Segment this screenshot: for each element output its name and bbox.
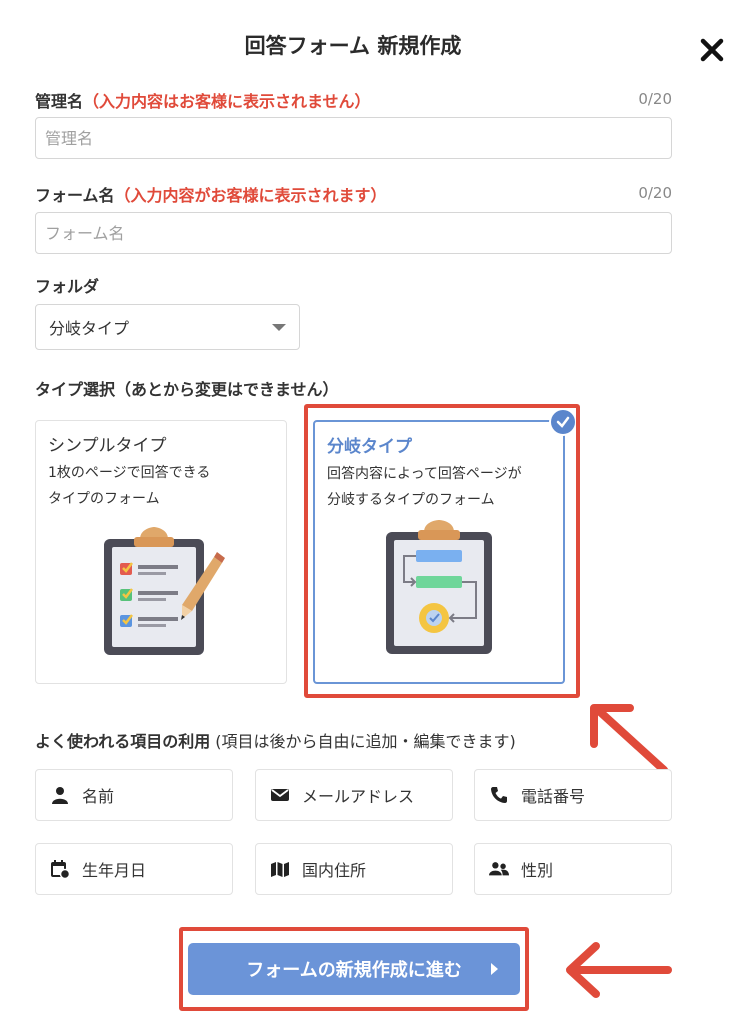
admin-name-counter: 0/20: [638, 90, 672, 108]
folder-selected-value: 分岐タイプ: [49, 319, 130, 338]
chip-address[interactable]: 国内住所: [255, 843, 453, 895]
form-name-note: （入力内容がお客様に表示されます）: [114, 186, 387, 205]
chip-name[interactable]: 名前: [35, 769, 233, 821]
chip-birthday[interactable]: 生年月日: [35, 843, 233, 895]
admin-name-note: （入力内容はお客様に表示されません）: [83, 92, 371, 111]
chevron-right-icon: [491, 963, 498, 975]
create-form-button-label: フォームの新規作成に進む: [246, 960, 462, 981]
envelope-icon: [270, 785, 290, 805]
person-icon: [50, 785, 70, 805]
map-icon: [270, 859, 290, 879]
close-icon: [700, 38, 724, 62]
chip-gender[interactable]: 性別: [474, 843, 672, 895]
chip-label: 名前: [82, 787, 115, 806]
close-button[interactable]: [694, 32, 730, 68]
folder-label: フォルダ: [35, 277, 100, 296]
create-form-button[interactable]: フォームの新規作成に進む: [188, 943, 520, 995]
annotation-arrow-icon: [566, 942, 672, 998]
page-title: 回答フォーム 新規作成: [244, 34, 462, 58]
common-items-label-note: (項目は後から自由に追加・編集できます): [210, 732, 516, 751]
type-card-desc-line: 1枚のページで回答できる: [48, 465, 211, 481]
chip-email[interactable]: メールアドレス: [255, 769, 453, 821]
annotation-arrow-icon: [590, 704, 668, 774]
admin-name-input[interactable]: [35, 117, 672, 159]
form-name-label-text: フォーム名: [35, 186, 115, 205]
common-items-label-bold: よく使われる項目の利用: [35, 732, 211, 751]
type-card-desc-line: タイプのフォーム: [48, 491, 160, 507]
caret-down-icon: [272, 323, 286, 331]
type-card-title: シンプルタイプ: [48, 436, 167, 456]
phone-icon: [489, 785, 509, 805]
admin-name-label-text: 管理名: [35, 92, 84, 111]
form-name-label: フォーム名（入力内容がお客様に表示されます）: [35, 182, 387, 206]
clipboard-checklist-icon: [104, 527, 225, 655]
chip-label: 国内住所: [302, 861, 367, 880]
type-card-desc: 1枚のページで回答できる タイプのフォーム: [48, 460, 274, 512]
common-items-label: よく使われる項目の利用 (項目は後から自由に追加・編集できます): [35, 728, 516, 752]
annotation-highlight-box: [304, 404, 580, 698]
chip-phone[interactable]: 電話番号: [474, 769, 672, 821]
chip-label: 電話番号: [521, 787, 586, 806]
calendar-icon: [50, 859, 70, 879]
chip-label: 生年月日: [82, 861, 147, 880]
users-icon: [489, 859, 509, 879]
form-name-counter: 0/20: [638, 184, 672, 202]
form-name-input[interactable]: [35, 212, 672, 254]
chip-label: 性別: [521, 861, 554, 880]
admin-name-label: 管理名（入力内容はお客様に表示されません）: [35, 88, 371, 112]
chip-label: メールアドレス: [302, 787, 415, 806]
folder-select[interactable]: 分岐タイプ: [35, 304, 300, 350]
type-select-label: タイプ選択（あとから変更はできません）: [35, 380, 339, 399]
type-card-simple[interactable]: シンプルタイプ 1枚のページで回答できる タイプのフォーム: [35, 420, 287, 684]
